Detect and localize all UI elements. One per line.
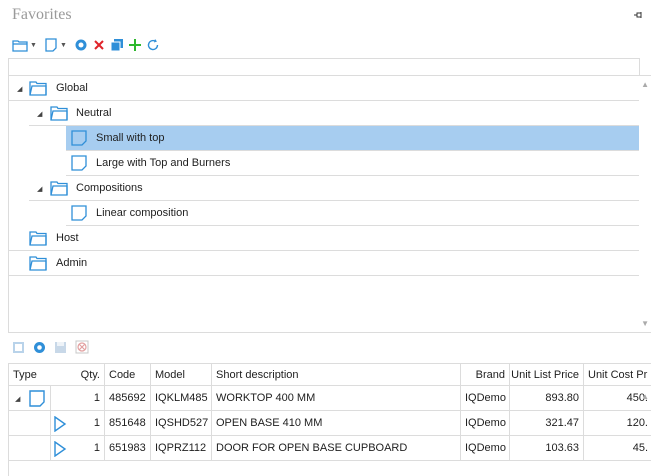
- document-icon: [29, 390, 45, 407]
- table-row[interactable]: ◢ 1 485692 IQKLM485 WORKTOP 400 MM IQDem…: [9, 386, 651, 411]
- folder-icon: [29, 81, 47, 96]
- tree-node-label: Admin: [56, 257, 88, 269]
- description-cell[interactable]: DOOR FOR OPEN BASE CUPBOARD: [212, 436, 461, 460]
- row-divider: [50, 386, 51, 410]
- delete-icon[interactable]: [92, 38, 106, 52]
- settings-icon[interactable]: [74, 38, 88, 52]
- folder-icon: [29, 231, 47, 246]
- tree-node-label: Neutral: [76, 107, 112, 119]
- export-icon[interactable]: [12, 341, 25, 354]
- tree-node-label: Linear composition: [96, 207, 189, 219]
- brand-cell[interactable]: IQDemo: [461, 436, 510, 460]
- tree-node-host[interactable]: Host: [9, 226, 639, 251]
- copy-icon[interactable]: [110, 38, 124, 52]
- tree-node-label: Global: [56, 82, 88, 94]
- grid-scroll-up-icon[interactable]: ▲: [641, 392, 649, 401]
- code-cell[interactable]: 485692: [105, 386, 151, 410]
- column-header-type[interactable]: Type: [9, 364, 79, 385]
- tree-node-label: Large with Top and Burners: [96, 157, 231, 169]
- favorites-toolbar: ▼ ▼: [12, 36, 160, 54]
- unit-cost-price-cell[interactable]: 120.: [584, 411, 651, 435]
- collapse-icon[interactable]: ◢: [37, 185, 42, 193]
- model-cell[interactable]: IQPRZ112: [151, 436, 212, 460]
- collapse-icon[interactable]: ◢: [37, 110, 42, 118]
- tree-node-linear-composition[interactable]: Linear composition: [66, 201, 639, 226]
- qty-cell[interactable]: 1: [79, 436, 105, 460]
- new-item-button[interactable]: ▼: [44, 36, 70, 54]
- folder-icon: [50, 181, 68, 196]
- description-cell[interactable]: WORKTOP 400 MM: [212, 386, 461, 410]
- document-icon: [45, 38, 57, 52]
- clear-icon[interactable]: [75, 340, 89, 354]
- folder-icon: [12, 40, 28, 52]
- filter-bar[interactable]: [8, 58, 640, 75]
- tree-node-admin[interactable]: Admin: [9, 251, 639, 276]
- unit-list-price-cell[interactable]: 321.47: [510, 411, 584, 435]
- tree-node-neutral[interactable]: ◢ Neutral: [29, 101, 639, 126]
- brand-cell[interactable]: IQDemo: [461, 386, 510, 410]
- tree-node-label: Small with top: [96, 132, 165, 144]
- column-header-model[interactable]: Model: [151, 364, 212, 385]
- unit-cost-price-cell[interactable]: 45.: [584, 436, 651, 460]
- tree-node-small-with-top[interactable]: Small with top: [66, 126, 639, 151]
- unit-list-price-cell[interactable]: 103.63: [510, 436, 584, 460]
- settings-icon[interactable]: [33, 341, 46, 354]
- grid-header: Type Qty. Code Model Short description B…: [9, 364, 651, 386]
- column-header-description[interactable]: Short description: [212, 364, 461, 385]
- code-cell[interactable]: 651983: [105, 436, 151, 460]
- scroll-down-icon[interactable]: ▼: [641, 319, 649, 328]
- tree-node-large-with-top-and-burners[interactable]: Large with Top and Burners: [66, 151, 639, 176]
- dropdown-arrow-icon[interactable]: ▼: [60, 42, 67, 49]
- folder-icon: [50, 106, 68, 121]
- items-toolbar: [12, 340, 89, 354]
- document-icon: [71, 205, 87, 221]
- tree-node-label: Compositions: [76, 182, 143, 194]
- model-cell[interactable]: IQSHD527: [151, 411, 212, 435]
- unit-list-price-cell[interactable]: 893.80: [510, 386, 584, 410]
- add-icon[interactable]: [128, 38, 142, 52]
- column-header-qty[interactable]: Qty.: [79, 364, 105, 385]
- tree-node-global[interactable]: ◢ Global: [9, 76, 639, 101]
- table-row[interactable]: 1 651983 IQPRZ112 DOOR FOR OPEN BASE CUP…: [9, 436, 651, 461]
- dropdown-arrow-icon[interactable]: ▼: [30, 42, 37, 49]
- table-row[interactable]: 1 851648 IQSHD527 OPEN BASE 410 MM IQDem…: [9, 411, 651, 436]
- folder-icon: [29, 256, 47, 271]
- row-divider: [50, 436, 51, 460]
- description-cell[interactable]: OPEN BASE 410 MM: [212, 411, 461, 435]
- collapse-icon[interactable]: ◢: [15, 395, 20, 403]
- qty-cell[interactable]: 1: [79, 386, 105, 410]
- row-divider: [50, 411, 51, 435]
- save-icon[interactable]: [54, 341, 67, 354]
- panel-title: Favorites: [12, 6, 72, 23]
- tree-node-label: Host: [56, 232, 79, 244]
- scroll-up-icon[interactable]: ▲: [641, 80, 649, 89]
- favorites-tree: ▲ ▼ ◢ Global ◢ Neutral Small with top La…: [8, 75, 651, 333]
- brand-cell[interactable]: IQDemo: [461, 411, 510, 435]
- tree-node-compositions[interactable]: ◢ Compositions: [29, 176, 639, 201]
- column-header-unit-cost-price[interactable]: Unit Cost Pr: [584, 364, 651, 385]
- play-icon: [54, 416, 67, 432]
- play-icon: [54, 441, 67, 457]
- document-icon: [71, 130, 87, 146]
- qty-cell[interactable]: 1: [79, 411, 105, 435]
- new-folder-button[interactable]: ▼: [12, 36, 40, 54]
- collapse-icon[interactable]: ◢: [17, 85, 22, 93]
- column-header-brand[interactable]: Brand: [461, 364, 510, 385]
- column-header-code[interactable]: Code: [105, 364, 151, 385]
- document-icon: [71, 155, 87, 171]
- items-grid: Type Qty. Code Model Short description B…: [8, 363, 651, 476]
- column-header-unit-list-price[interactable]: Unit List Price: [510, 364, 584, 385]
- refresh-icon[interactable]: [146, 38, 160, 52]
- model-cell[interactable]: IQKLM485: [151, 386, 212, 410]
- code-cell[interactable]: 851648: [105, 411, 151, 435]
- pin-icon[interactable]: [633, 10, 643, 20]
